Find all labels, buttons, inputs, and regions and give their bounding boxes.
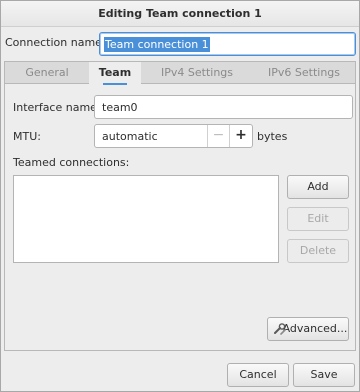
tab-ipv6-settings[interactable]: IPv6 Settings (253, 62, 355, 84)
cancel-button[interactable]: Cancel (227, 363, 289, 387)
tab-bar: General Team IPv4 Settings IPv6 Settings (5, 62, 355, 85)
connection-name-value: Team connection 1 (104, 37, 210, 52)
delete-button[interactable]: Delete (287, 239, 349, 263)
connection-name-row: Connection name: Team connection 1 (1, 31, 359, 57)
advanced-button[interactable]: Advanced... (267, 317, 349, 341)
mtu-spinbutton[interactable]: automatic − + (94, 124, 253, 148)
mtu-decrement-button[interactable]: − (207, 125, 229, 147)
interface-name-value: team0 (102, 101, 138, 114)
interface-name-field[interactable]: team0 (94, 95, 353, 119)
tab-general[interactable]: General (5, 62, 89, 84)
settings-notebook: General Team IPv4 Settings IPv6 Settings… (4, 61, 356, 351)
tools-icon (274, 323, 286, 335)
edit-button[interactable]: Edit (287, 207, 349, 231)
mtu-increment-button[interactable]: + (229, 125, 252, 147)
mtu-unit-label: bytes (257, 130, 288, 143)
connection-name-label: Connection name: (5, 36, 106, 49)
add-button[interactable]: Add (287, 175, 349, 199)
dialog-window: Editing Team connection 1 Connection nam… (0, 0, 360, 392)
tab-team[interactable]: Team (89, 62, 141, 85)
interface-name-label: Interface name: (13, 101, 101, 114)
teamed-connections-list[interactable] (13, 175, 279, 263)
advanced-button-label: Advanced... (282, 322, 348, 335)
connection-name-field[interactable]: Team connection 1 (99, 32, 356, 56)
teamed-connections-label: Teamed connections: (13, 156, 130, 169)
window-title: Editing Team connection 1 (1, 1, 359, 27)
mtu-label: MTU: (13, 130, 41, 143)
tab-ipv4-settings[interactable]: IPv4 Settings (141, 62, 253, 84)
save-button[interactable]: Save (293, 363, 355, 387)
mtu-value: automatic (102, 130, 158, 143)
